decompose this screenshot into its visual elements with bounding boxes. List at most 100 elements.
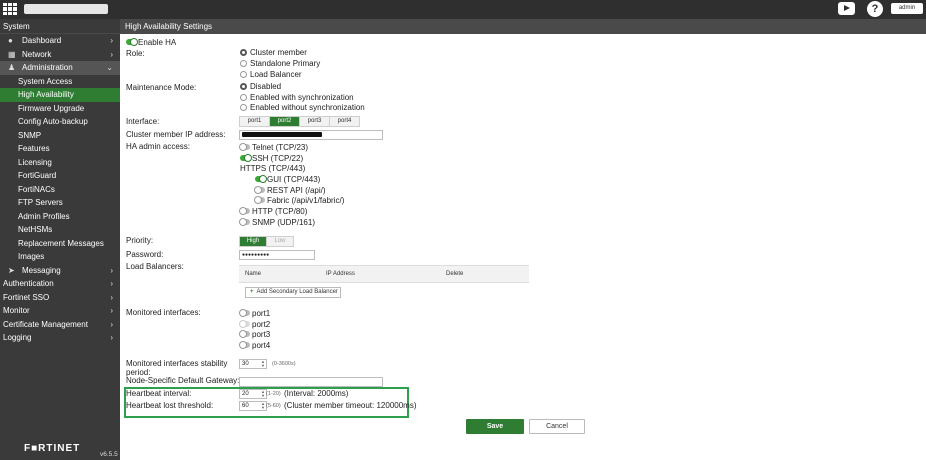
sidebar-item-network[interactable]: ▦ Network › [0, 48, 120, 62]
stability-value: 30 [242, 361, 249, 367]
role-radio-load-balancer[interactable]: Load Balancer [240, 70, 302, 80]
chevron-right-icon: › [110, 319, 113, 329]
toggle-label: port4 [252, 341, 271, 350]
youtube-icon[interactable] [838, 2, 855, 15]
monitored-port1-toggle[interactable]: port1 [239, 309, 270, 319]
heartbeat-interval-input[interactable]: 20 ▲ ▼ [239, 389, 267, 399]
chevron-right-icon: › [110, 333, 113, 342]
chevron-right-icon: › [110, 292, 113, 302]
toggle-label: HTTP (TCP/80) [252, 207, 308, 216]
radio-label: Load Balancer [250, 70, 302, 79]
sidebar-item-administration[interactable]: ♟ Administration ⌄ [0, 61, 120, 75]
sidebar-subitem-nethsms[interactable]: NetHSMs [0, 223, 120, 237]
interface-tab-port3[interactable]: port3 [300, 117, 330, 126]
top-bar: ? admin [0, 0, 926, 19]
access-rest-api-toggle[interactable]: REST API (/api/) [254, 186, 326, 196]
sidebar-section-certificate-management[interactable]: Certificate Management › [0, 318, 120, 332]
maintenance-radio-disabled[interactable]: Disabled [240, 82, 281, 92]
toggle-on-icon [255, 175, 267, 183]
enable-ha-toggle[interactable]: Enable HA [126, 38, 176, 48]
sidebar-item-label: Fortinet SSO [3, 292, 50, 302]
sidebar-section-fortinet-sso[interactable]: Fortinet SSO › [0, 291, 120, 305]
sidebar-subitem-fortinacs[interactable]: FortiNACs [0, 183, 120, 197]
sidebar-item-dashboard[interactable]: ● Dashboard › [0, 34, 120, 48]
cancel-button[interactable]: Cancel [529, 419, 585, 434]
access-telnet-toggle[interactable]: Telnet (TCP/23) [239, 143, 308, 153]
user-menu[interactable]: admin [891, 3, 923, 14]
chevron-right-icon: › [110, 279, 113, 288]
interface-tab-port2[interactable]: port2 [270, 117, 300, 126]
page-title: High Availability Settings [120, 19, 926, 34]
access-fabric-toggle[interactable]: Fabric (/api/v1/fabric/) [254, 196, 344, 206]
plus-icon: + [250, 289, 254, 295]
sidebar-subitem-admin-profiles[interactable]: Admin Profiles [0, 210, 120, 224]
sidebar: System ● Dashboard › ▦ Network › ♟ Admin… [0, 19, 120, 460]
toggle-label: SSH (TCP/22) [252, 154, 304, 163]
interface-tab-port4[interactable]: port4 [330, 117, 359, 126]
button-label: Add Secondary Load Balancer [256, 289, 338, 295]
add-secondary-load-balancer-button[interactable]: + Add Secondary Load Balancer [245, 287, 341, 298]
sidebar-subitem-features[interactable]: Features [0, 142, 120, 156]
stepper-arrows-icon[interactable]: ▲ ▼ [261, 360, 265, 368]
sidebar-subitem-system-access[interactable]: System Access [0, 75, 120, 89]
maintenance-radio-without-sync[interactable]: Enabled without synchronization [240, 103, 365, 113]
access-gui-toggle[interactable]: GUI (TCP/443) [255, 175, 320, 185]
radio-label: Standalone Primary [250, 59, 321, 68]
heartbeat-threshold-input[interactable]: 60 ▲ ▼ [239, 401, 267, 411]
sidebar-section-authentication[interactable]: Authentication › [0, 277, 120, 291]
sidebar-subitem-ftp-servers[interactable]: FTP Servers [0, 196, 120, 210]
sidebar-section-monitor[interactable]: Monitor › [0, 304, 120, 318]
toggle-label: REST API (/api/) [267, 186, 326, 195]
toggle-off-icon [239, 143, 250, 151]
sidebar-item-label: Logging [3, 333, 32, 342]
sidebar-item-messaging[interactable]: ➤ Messaging › [0, 264, 120, 278]
sidebar-subitem-fortiguard[interactable]: FortiGuard [0, 169, 120, 183]
toggle-off-icon [239, 330, 250, 338]
priority-high[interactable]: High [240, 237, 267, 246]
role-radio-cluster-member[interactable]: Cluster member [240, 48, 307, 58]
enable-ha-label: Enable HA [138, 38, 177, 47]
access-snmp-toggle[interactable]: SNMP (UDP/161) [239, 218, 315, 228]
sidebar-item-label: Authentication [3, 279, 54, 288]
sidebar-subitem-config-auto-backup[interactable]: Config Auto-backup [0, 115, 120, 129]
toggle-off-icon [239, 320, 250, 328]
interface-tab-port1[interactable]: port1 [240, 117, 270, 126]
password-input[interactable]: ●●●●●●●●● [239, 250, 315, 260]
toggle-off-icon [239, 207, 250, 215]
hostname-redacted [24, 4, 108, 14]
monitored-port2-toggle[interactable]: port2 [239, 320, 271, 330]
fortinet-grid-logo-icon[interactable] [3, 3, 17, 15]
monitored-port4-toggle[interactable]: port4 [239, 341, 271, 351]
version-label: v6.5.5 [100, 451, 118, 458]
maintenance-radio-with-sync[interactable]: Enabled with synchronization [240, 93, 354, 103]
password-label: Password: [126, 250, 164, 259]
gateway-input[interactable] [239, 377, 383, 387]
fortinet-logo: F■RTINET [24, 443, 81, 454]
gateway-label: Node-Specific Default Gateway: [126, 376, 240, 385]
sidebar-subitem-firmware-upgrade[interactable]: Firmware Upgrade [0, 102, 120, 116]
radio-selected-icon [240, 49, 247, 56]
stability-period-input[interactable]: 30 ▲ ▼ [239, 359, 267, 369]
sidebar-item-label: Network [22, 49, 52, 59]
sidebar-section-logging[interactable]: Logging › [0, 331, 120, 345]
role-radio-standalone-primary[interactable]: Standalone Primary [240, 59, 320, 69]
priority-low[interactable]: Low [267, 237, 293, 246]
column-delete: Delete [446, 271, 464, 277]
chevron-down-icon: ⌄ [106, 63, 113, 72]
stepper-arrows-icon[interactable]: ▲ ▼ [261, 390, 265, 398]
save-button[interactable]: Save [466, 419, 524, 434]
access-http-toggle[interactable]: HTTP (TCP/80) [239, 207, 308, 217]
help-icon[interactable]: ? [867, 1, 883, 17]
sidebar-subitem-replacement-messages[interactable]: Replacement Messages [0, 237, 120, 251]
sidebar-subitem-high-availability[interactable]: High Availability [0, 88, 120, 102]
toggle-label: SNMP (UDP/161) [252, 218, 315, 227]
access-ssh-toggle[interactable]: SSH (TCP/22) [240, 154, 303, 164]
sidebar-subitem-images[interactable]: Images [0, 250, 120, 264]
sidebar-item-label: Certificate Management [3, 319, 88, 329]
dashboard-icon: ● [8, 36, 13, 45]
sidebar-subitem-snmp[interactable]: SNMP [0, 129, 120, 143]
sidebar-subitem-licensing[interactable]: Licensing [0, 156, 120, 170]
monitored-port3-toggle[interactable]: port3 [239, 330, 270, 340]
toggle-label: port2 [252, 320, 271, 329]
stepper-arrows-icon[interactable]: ▲ ▼ [261, 402, 265, 410]
